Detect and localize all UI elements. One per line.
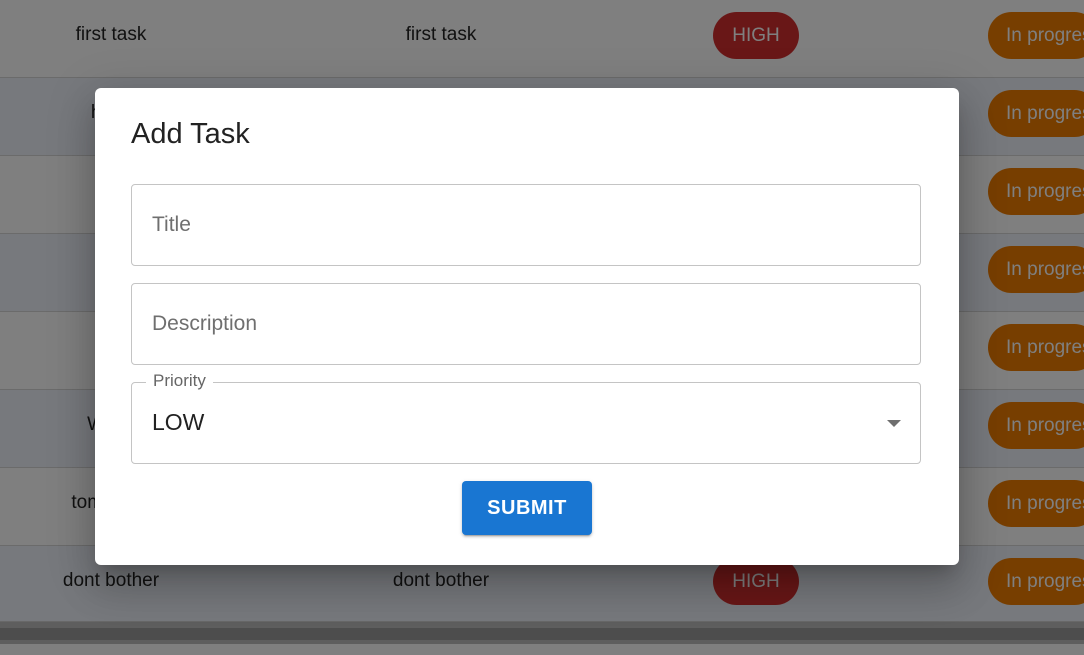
submit-button[interactable]: SUBMIT bbox=[462, 481, 592, 535]
dialog-title: Add Task bbox=[131, 118, 250, 150]
priority-label: Priority bbox=[146, 371, 213, 391]
add-task-dialog: Add Task Priority LOW SUBMIT bbox=[95, 88, 959, 565]
description-field[interactable] bbox=[131, 283, 921, 365]
priority-value: LOW bbox=[152, 409, 205, 435]
title-field[interactable] bbox=[131, 184, 921, 266]
priority-select[interactable]: Priority LOW bbox=[131, 371, 921, 464]
description-input[interactable] bbox=[132, 284, 920, 364]
title-input[interactable] bbox=[132, 185, 920, 265]
chevron-down-icon[interactable] bbox=[887, 420, 901, 427]
